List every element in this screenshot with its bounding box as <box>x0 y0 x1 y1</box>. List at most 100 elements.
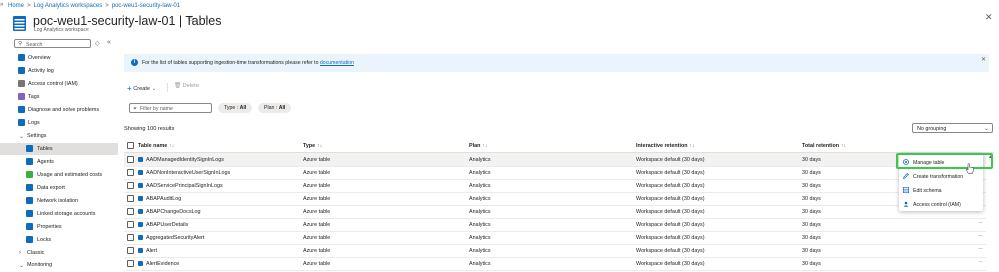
grouping-dropdown[interactable]: No grouping ⌄ <box>912 123 993 133</box>
sidebar-item-logs[interactable]: Logs <box>0 117 118 129</box>
sidebar-item-locks[interactable]: Locks <box>0 234 118 246</box>
filter-icon: ⏷ <box>133 105 138 112</box>
row-more-icon[interactable]: ··· <box>978 233 983 239</box>
cell-table-name[interactable]: AADServicePrincipalSignInLogs <box>146 183 223 189</box>
sidebar-item-tables[interactable]: Tables <box>0 143 118 155</box>
cell-table-name[interactable]: ABAPUserDetails <box>146 222 188 228</box>
row-checkbox[interactable] <box>127 221 134 228</box>
sidebar-item-agents[interactable]: Agents <box>0 156 118 168</box>
collapse-chevron-icon[interactable]: » <box>0 2 5 9</box>
chevron-down-icon: ⌄ <box>151 86 157 92</box>
documentation-link[interactable]: documentation <box>320 60 354 66</box>
breadcrumb-home[interactable]: Home <box>8 3 24 9</box>
select-all-checkbox[interactable] <box>127 142 134 149</box>
cell-table-name[interactable]: ABAPChangeDocsLog <box>146 209 201 215</box>
filter-by-name-input[interactable]: ⏷ Filter by name <box>129 103 212 113</box>
sidebar-item-access-control-iam[interactable]: Access control (IAM) <box>0 78 118 90</box>
table-row[interactable]: AggregatedSecurityAlert Azure table Analyt… <box>124 231 986 245</box>
table-icon <box>138 156 143 162</box>
collapse-sidebar-icon[interactable]: « <box>107 39 111 46</box>
sidebar-item-diagnose-and-solve-problems[interactable]: Diagnose and solve problems <box>0 104 118 116</box>
menu-item-edit-schema[interactable]: Edit schema <box>899 184 983 197</box>
chevron-down-icon: ⌄ <box>19 262 25 269</box>
table-header: Table name ↑↓ Type ↑↓ Plan ↑↓ Interactive r… <box>124 140 994 153</box>
cell-plan: Analytics <box>469 195 491 202</box>
row-more-icon[interactable]: ··· <box>978 220 983 226</box>
row-checkbox[interactable] <box>127 182 134 189</box>
delete-button[interactable]: 🗑 Delete <box>174 83 199 89</box>
sidebar-item-label: Locks <box>37 237 52 243</box>
sidebar-item-usage-and-estimated-costs[interactable]: Usage and estimated costs <box>0 169 118 181</box>
sidebar-search-input[interactable]: ⚲ Search <box>14 39 91 48</box>
sidebar-item-tags[interactable]: Tags <box>0 91 118 103</box>
toolbar-divider <box>167 83 168 92</box>
sidebar-item-overview[interactable]: Overview <box>0 52 118 64</box>
table-row[interactable]: AADManagedIdentitySignInLogs Azure table A… <box>124 153 986 167</box>
col-total-retention[interactable]: Total retention ↑↓ <box>802 143 846 149</box>
cell-table-name[interactable]: ABAPAuditLog <box>146 196 181 202</box>
cell-type: Azure table <box>303 234 331 241</box>
cell-table-name[interactable]: AADManagedIdentitySignInLogs <box>146 157 224 163</box>
cell-table-name[interactable]: Alert <box>146 248 157 254</box>
cell-interactive-retention: Workspace default (30 days) <box>636 208 705 215</box>
wrench-icon <box>18 106 25 113</box>
cell-table-name[interactable]: AggregatedSecurityAlert <box>146 235 204 241</box>
row-checkbox[interactable] <box>127 169 134 176</box>
table-icon <box>26 145 33 152</box>
sidebar-item-label: Classic <box>27 250 45 256</box>
dismiss-banner-icon[interactable]: ✕ <box>981 56 986 63</box>
cell-plan: Analytics <box>469 156 491 163</box>
sidebar-item-data-export[interactable]: Data export <box>0 182 118 194</box>
sidebar-item-classic[interactable]: › Classic <box>0 247 118 259</box>
sidebar-item-properties[interactable]: Properties <box>0 221 118 233</box>
cell-plan: Analytics <box>469 234 491 241</box>
sidebar-item-linked-storage-accounts[interactable]: Linked storage accounts <box>0 208 118 220</box>
close-icon[interactable]: ✕ <box>985 12 993 23</box>
more-options-icon[interactable]: ··· <box>201 14 209 23</box>
col-plan[interactable]: Plan ↑↓ <box>469 143 487 149</box>
breadcrumb-workspace[interactable]: poc-weu1-security-law-01 <box>112 3 180 9</box>
row-more-icon[interactable]: ··· <box>978 259 983 265</box>
sidebar-item-network-isolation[interactable]: Network isolation <box>0 195 118 207</box>
sidebar-item-settings[interactable]: ⌄ Settings <box>0 130 118 142</box>
cell-type: Azure table <box>303 195 331 202</box>
table-row[interactable]: AlertEvidence Azure table Analytics Workspa… <box>124 257 986 271</box>
plus-icon: + <box>127 84 132 93</box>
cell-total-retention: 30 days <box>802 156 821 163</box>
create-button[interactable]: + Create ⌄ <box>127 83 157 93</box>
type-filter-pill[interactable]: Type : All <box>218 103 253 113</box>
plan-filter-pill[interactable]: Plan : All <box>258 103 292 113</box>
storage-icon <box>26 210 33 217</box>
col-interactive-retention[interactable]: Interactive retention ↑↓ <box>636 143 695 149</box>
col-table-name[interactable]: Table name ↑↓ <box>138 143 174 149</box>
logs-icon <box>18 119 25 126</box>
scrollbar[interactable]: ▲ <box>988 154 993 272</box>
cell-table-name[interactable]: AlertEvidence <box>146 261 179 267</box>
breadcrumb-workspaces[interactable]: Log Analytics workspaces <box>34 3 103 9</box>
row-checkbox[interactable] <box>127 195 134 202</box>
table-row[interactable]: AADNonInteractiveUserSignInLogs Azure tab… <box>124 166 986 180</box>
iam-icon <box>18 80 25 87</box>
row-checkbox[interactable] <box>127 234 134 241</box>
table-row[interactable]: ABAPUserDetails Azure table Analytics Works… <box>124 218 986 232</box>
row-more-icon[interactable]: ··· <box>978 246 983 252</box>
menu-item-access-control[interactable]: Access control (IAM) <box>899 198 983 211</box>
table-row[interactable]: AADServicePrincipalSignInLogs Azure table… <box>124 179 986 193</box>
row-checkbox[interactable] <box>127 260 134 267</box>
info-banner: i For the list of tables supporting inge… <box>124 54 989 72</box>
sidebar-item-monitoring[interactable]: ⌄ Monitoring <box>0 259 118 271</box>
col-type[interactable]: Type ↑↓ <box>303 143 322 149</box>
sidebar-item-activity-log[interactable]: Activity log <box>0 65 118 77</box>
cell-interactive-retention: Workspace default (30 days) <box>636 234 705 241</box>
favorite-star-icon[interactable]: ☆ <box>187 14 195 25</box>
cell-table-name[interactable]: AADNonInteractiveUserSignInLogs <box>146 170 230 176</box>
table-row[interactable]: ABAPChangeDocsLog Azure table Analytics Wor… <box>124 205 986 219</box>
table-row[interactable]: ABAPAuditLog Azure table Analytics Workspac… <box>124 192 986 206</box>
table-row[interactable]: Alert Azure table Analytics Workspace defau… <box>124 244 986 258</box>
row-checkbox[interactable] <box>127 156 134 163</box>
chevron-down-icon: ⌄ <box>983 126 989 132</box>
chevron-down-icon: ⌄ <box>19 133 25 140</box>
row-checkbox[interactable] <box>127 208 134 215</box>
row-checkbox[interactable] <box>127 247 134 254</box>
sidebar-settings-icon[interactable]: ◇ <box>95 40 100 47</box>
